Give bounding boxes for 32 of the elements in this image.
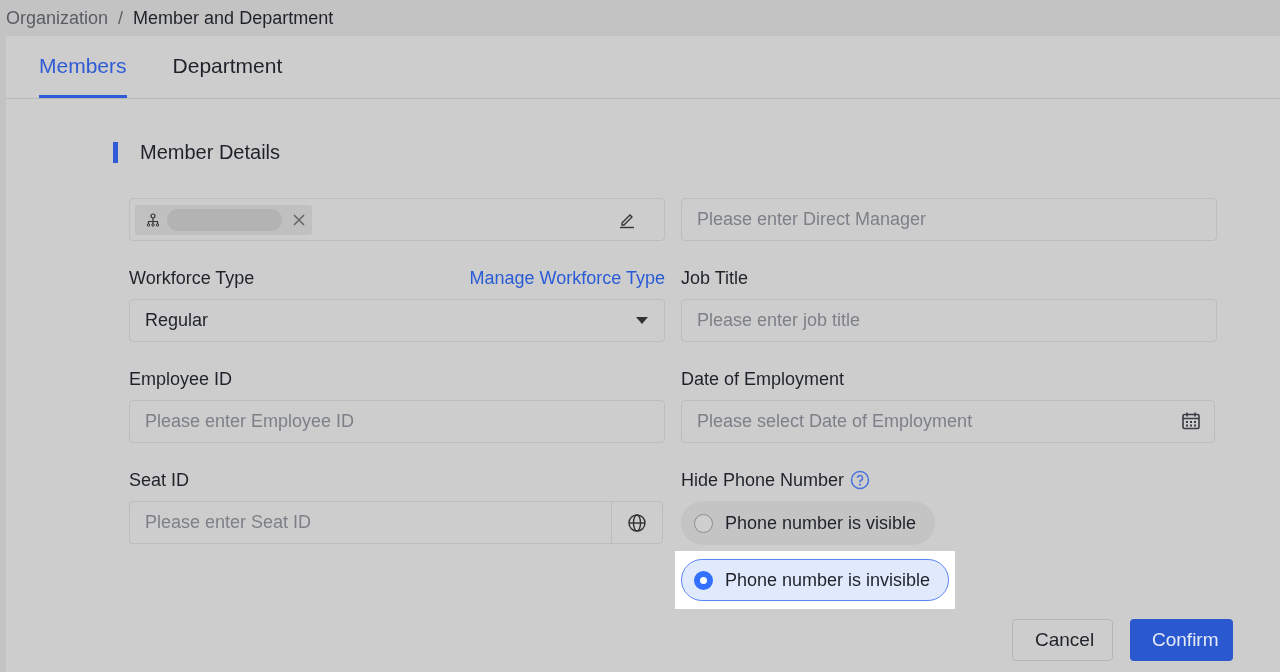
radio-option[interactable]: Phone number is invisible	[681, 559, 950, 601]
confirm-button[interactable]: Confirm	[1130, 619, 1233, 661]
field-label: Employee ID	[129, 368, 233, 390]
caret-icon	[636, 316, 648, 325]
tab[interactable]: Department	[172, 36, 283, 98]
field-label: Date of Employment	[681, 368, 845, 390]
text-input-field[interactable]: Please enter Employee ID	[129, 400, 665, 443]
section-marker	[113, 142, 118, 163]
cancel-button[interactable]: Cancel	[1012, 619, 1113, 661]
manage-link[interactable]: Manage Workforce Type	[469, 267, 665, 289]
region-button[interactable]	[611, 501, 663, 544]
text-input-field[interactable]: Please enter Direct Manager	[681, 198, 1217, 241]
field-label: Hide Phone Number	[681, 469, 845, 491]
close-icon[interactable]	[292, 212, 306, 227]
field-label: Seat ID	[129, 469, 190, 491]
breadcrumb-link[interactable]: Organization	[6, 7, 109, 29]
calendar-icon[interactable]	[1181, 411, 1201, 431]
breadcrumb-link[interactable]: Member and Department	[133, 7, 334, 29]
tab[interactable]: Members	[39, 36, 127, 98]
breadcrumb-separator: /	[118, 7, 124, 29]
field-label: Workforce Type	[129, 267, 255, 289]
department-field[interactable]	[129, 198, 665, 241]
globe-icon[interactable]	[627, 512, 647, 533]
radio-option[interactable]: Phone number is visible	[681, 501, 936, 545]
org-chart-icon	[145, 211, 161, 228]
workforce-type-dropdown[interactable]: Regular	[129, 299, 665, 342]
text-input-field[interactable]: Please enter job title	[681, 299, 1217, 342]
help-icon[interactable]	[850, 470, 871, 490]
section-title: Member Details	[140, 141, 281, 164]
date-picker-field[interactable]: Please select Date of Employment	[681, 400, 1215, 443]
seat-id-field[interactable]: Please enter Seat ID	[129, 501, 611, 544]
field-label: Job Title	[681, 267, 749, 289]
